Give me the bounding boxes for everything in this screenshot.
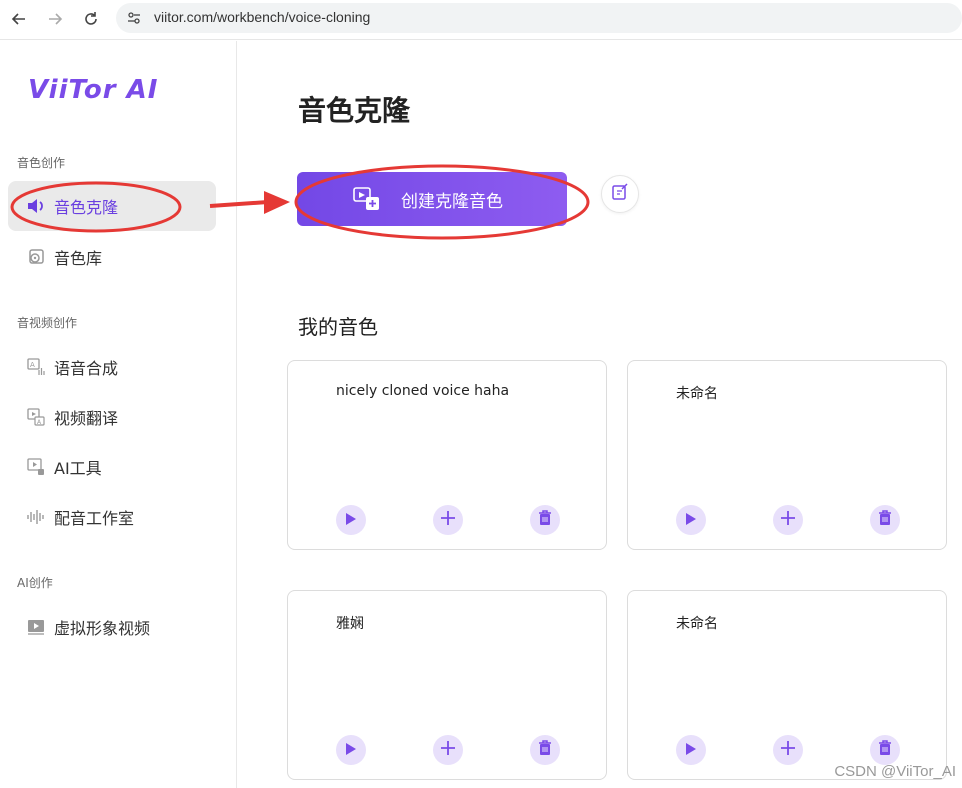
- voice-card-actions: [336, 735, 560, 765]
- sidebar-item-video-translate[interactable]: A 视频翻译: [8, 392, 216, 442]
- trash-icon: [538, 740, 552, 760]
- sidebar-item-voice-library[interactable]: 音色库: [8, 232, 216, 282]
- url-text: viitor.com/workbench/voice-cloning: [154, 9, 371, 25]
- forward-arrow-icon[interactable]: [44, 8, 66, 30]
- speaker-icon: [26, 196, 46, 216]
- back-arrow-icon[interactable]: [8, 8, 30, 30]
- play-button[interactable]: [336, 735, 366, 765]
- sidebar-item-label: AI工具: [54, 459, 102, 478]
- voice-card[interactable]: 未命名: [627, 360, 947, 550]
- sidebar-item-dubbing-studio[interactable]: 配音工作室: [8, 492, 216, 542]
- video-translate-icon: A: [26, 407, 46, 427]
- plus-icon: [440, 740, 456, 760]
- plus-icon: [440, 510, 456, 530]
- edit-icon: [611, 183, 629, 205]
- reload-icon[interactable]: [80, 8, 102, 30]
- create-clone-voice-button[interactable]: 创建克隆音色: [297, 172, 567, 226]
- trash-icon: [878, 510, 892, 530]
- sidebar-item-label: 虚拟形象视频: [54, 619, 151, 638]
- sidebar-item-voice-cloning[interactable]: 音色克隆: [8, 181, 216, 231]
- add-button[interactable]: [773, 505, 803, 535]
- create-clone-voice-label: 创建克隆音色: [401, 191, 503, 212]
- sidebar-section-label: 音视频创作: [17, 316, 78, 330]
- plus-icon: [780, 740, 796, 760]
- delete-button[interactable]: [530, 505, 560, 535]
- play-icon: [345, 741, 357, 760]
- voice-name: 未命名: [676, 616, 718, 632]
- trash-icon: [538, 510, 552, 530]
- site-settings-icon[interactable]: [126, 10, 142, 26]
- delete-button[interactable]: [870, 505, 900, 535]
- voice-name: 未命名: [676, 386, 718, 402]
- sidebar: ViiTor AI 音色创作 音色克隆 音色库 音视频创作 A 语音合成 A 视…: [0, 41, 237, 788]
- play-icon: [685, 511, 697, 530]
- voice-card[interactable]: 未命名: [627, 590, 947, 780]
- browser-toolbar: viitor.com/workbench/voice-cloning: [0, 0, 962, 40]
- delete-button[interactable]: [530, 735, 560, 765]
- play-button[interactable]: [336, 505, 366, 535]
- voice-card[interactable]: nicely cloned voice haha: [287, 360, 607, 550]
- delete-button[interactable]: [870, 735, 900, 765]
- logo[interactable]: ViiTor AI: [28, 75, 158, 105]
- plus-icon: [780, 510, 796, 530]
- page-title: 音色克隆: [298, 94, 411, 127]
- my-voices-title: 我的音色: [298, 315, 378, 339]
- sidebar-section-label: 音色创作: [17, 156, 66, 170]
- play-icon: [345, 511, 357, 530]
- add-video-icon: [353, 186, 383, 212]
- sidebar-item-ai-tools[interactable]: AI工具: [8, 442, 216, 492]
- sidebar-item-label: 语音合成: [54, 359, 119, 378]
- tts-icon: A: [26, 357, 46, 377]
- sidebar-item-label: 配音工作室: [54, 509, 135, 528]
- play-button[interactable]: [676, 735, 706, 765]
- trash-icon: [878, 740, 892, 760]
- main-content: 音色克隆 创建克隆音色 我的音色 nicely cloned voice hah…: [238, 41, 962, 788]
- add-button[interactable]: [433, 505, 463, 535]
- voice-name: 雅娴: [336, 616, 364, 632]
- sidebar-item-label: 音色克隆: [54, 198, 119, 217]
- play-icon: [685, 741, 697, 760]
- voice-name: nicely cloned voice haha: [336, 383, 510, 399]
- play-button[interactable]: [676, 505, 706, 535]
- waveform-icon: [26, 507, 46, 527]
- voice-card-actions: [676, 505, 900, 535]
- sidebar-item-label: 音色库: [54, 249, 103, 268]
- sidebar-section-label: AI创作: [17, 576, 53, 590]
- avatar-video-icon: [26, 617, 46, 637]
- edit-button[interactable]: [601, 175, 639, 213]
- sidebar-item-avatar-video[interactable]: 虚拟形象视频: [8, 602, 216, 652]
- voice-library-icon: [26, 247, 46, 267]
- add-button[interactable]: [433, 735, 463, 765]
- add-button[interactable]: [773, 735, 803, 765]
- voice-card-actions: [676, 735, 900, 765]
- sidebar-item-label: 视频翻译: [54, 409, 119, 428]
- sidebar-item-tts[interactable]: A 语音合成: [8, 342, 216, 392]
- svg-text:A: A: [30, 361, 35, 369]
- voice-card[interactable]: 雅娴: [287, 590, 607, 780]
- watermark: CSDN @ViiTor_AI: [834, 763, 956, 780]
- address-bar[interactable]: viitor.com/workbench/voice-cloning: [116, 3, 962, 33]
- voice-card-actions: [336, 505, 560, 535]
- ai-tools-icon: [26, 457, 46, 477]
